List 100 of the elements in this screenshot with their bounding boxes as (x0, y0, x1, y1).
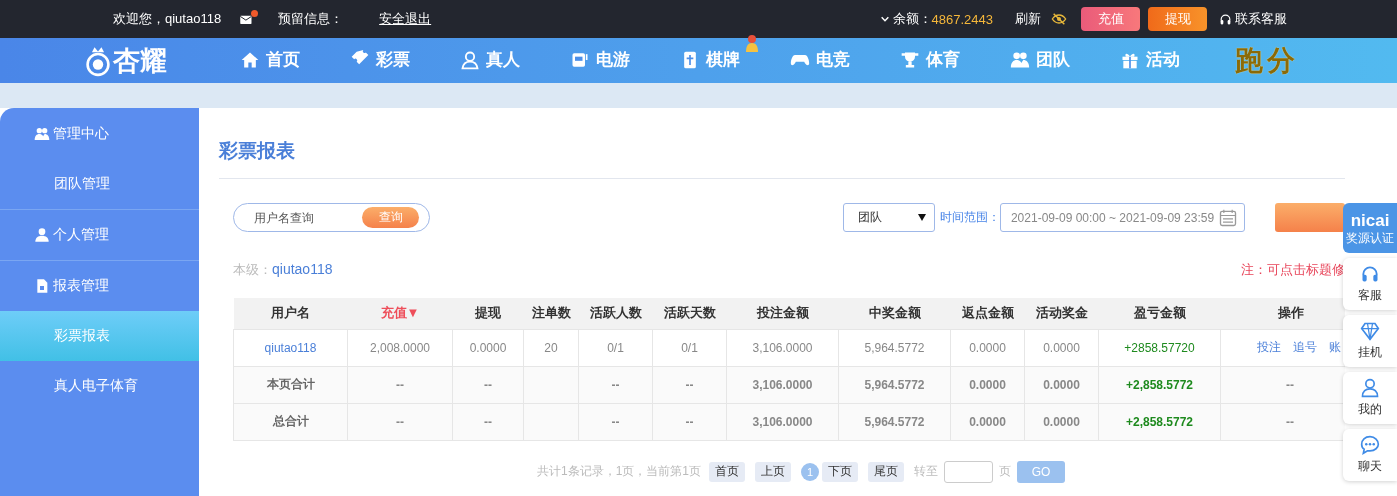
nav-item[interactable]: 首页 (240, 48, 300, 72)
table-cell: -- (484, 377, 492, 392)
menu-item[interactable]: 真人电子体育 (0, 361, 199, 411)
table-cell: +2,858.5772 (1125, 377, 1194, 392)
side-button[interactable]: 我的 (1343, 372, 1397, 424)
certification-badge[interactable]: nicai 奖源认证 (1343, 203, 1397, 253)
page-title: 彩票报表 (219, 139, 296, 163)
column-header[interactable]: 返点金额 (950, 298, 1025, 329)
table-cell: 3,106.0000 (752, 377, 813, 392)
page-unit-label: 页 (999, 463, 1012, 480)
table-cell: -- (611, 377, 620, 392)
column-header[interactable]: 中奖金额 (838, 298, 951, 329)
column-header[interactable]: 提现 (452, 298, 524, 329)
page-button[interactable]: 尾页 (868, 461, 905, 482)
table-cell: 5,964.5772 (864, 377, 925, 392)
menu-group-label: 个人管理 (53, 226, 109, 244)
action-link[interactable]: 追号 (1293, 340, 1317, 354)
column-header[interactable]: 操作 (1220, 298, 1345, 329)
chat-icon (1360, 435, 1380, 455)
page-button[interactable]: 首页 (709, 461, 746, 482)
table-cell: -- (685, 414, 694, 429)
username-link[interactable]: qiutao118 (264, 340, 317, 355)
search-field[interactable]: 用户名查询 (252, 209, 352, 226)
menu-item[interactable]: 团队管理 (0, 159, 199, 209)
table-cell: 0.0000 (469, 340, 507, 355)
page-input[interactable] (944, 460, 994, 483)
page-button[interactable]: 上页 (755, 461, 792, 482)
nav-item[interactable]: 电游 (570, 48, 630, 72)
caret-icon (917, 214, 926, 221)
side-button[interactable]: 聊天 (1343, 429, 1397, 481)
people-icon (34, 125, 50, 142)
withdraw-button[interactable]: 提现 (1148, 7, 1207, 31)
deposit-button[interactable]: 充值 (1081, 7, 1140, 31)
diamond-icon (1360, 321, 1380, 341)
pagination-summary: 共计1条记录，1页，当前第1页 (537, 463, 702, 480)
user-icon (34, 227, 50, 243)
table-cell: -- (396, 414, 404, 429)
side-button[interactable]: 客服 (1343, 258, 1397, 310)
column-header[interactable]: 投注金额 (726, 298, 839, 329)
table-cell: 0.0000 (1043, 414, 1080, 429)
message-label: 预留信息： (278, 10, 344, 28)
query-button[interactable] (1275, 203, 1345, 232)
column-header[interactable]: 用户名 (233, 298, 348, 329)
calendar-icon (1218, 207, 1238, 228)
table-cell: -- (484, 414, 492, 429)
support-link[interactable]: 联系客服 (1235, 10, 1287, 28)
nav-item[interactable]: 棋牌 (680, 48, 740, 72)
nav-item[interactable]: 真人 (460, 48, 520, 72)
table-cell: 20 (544, 340, 558, 355)
logo-text[interactable]: 杏耀 (113, 42, 167, 79)
nav-item[interactable]: 体育 (900, 48, 960, 72)
page-button[interactable]: 下页 (822, 461, 859, 482)
nav-item[interactable]: 彩票 (350, 48, 410, 72)
menu-group[interactable]: 管理中心 (0, 108, 199, 159)
table-cell: +2,858.5772 (1125, 414, 1194, 429)
scope-dropdown[interactable]: 团队 (843, 203, 935, 232)
user-icon (1360, 378, 1380, 398)
table-cell: 0/1 (681, 340, 698, 355)
table-cell: 总合计 (272, 414, 309, 428)
column-header[interactable]: 活跃人数 (578, 298, 653, 329)
table-cell: 2,008.0000 (369, 340, 431, 355)
balance-value: 4867.2443 (931, 11, 993, 27)
table-cell: 3,106.0000 (752, 414, 813, 429)
table-cell: 5,964.5772 (864, 340, 925, 355)
side-button[interactable]: 挂机 (1343, 315, 1397, 367)
nav-item[interactable]: 活动 (1120, 48, 1180, 72)
menu-group[interactable]: 个人管理 (0, 209, 199, 260)
search-button[interactable]: 查询 (362, 207, 419, 228)
column-header[interactable]: 活动奖金 (1024, 298, 1099, 329)
chevron-down-icon (879, 14, 890, 24)
date-range-field[interactable]: 2021-09-09 00:00 ~ 2021-09-09 23:59 (999, 203, 1245, 232)
table-cell: -- (396, 377, 404, 392)
table-cell: 0.0000 (969, 414, 1006, 429)
headset-icon (1219, 12, 1232, 26)
person-icon (460, 49, 480, 70)
time-range-label: 时间范围： (939, 209, 1000, 226)
level-username[interactable]: qiutao118 (272, 261, 333, 277)
column-header[interactable]: 充值▼ (347, 298, 453, 329)
action-link[interactable]: 账 (1329, 340, 1341, 354)
balance-label: 余额： (892, 10, 932, 28)
promo-text[interactable]: 跑分 (1235, 41, 1299, 80)
table-cell: +2858.57720 (1124, 340, 1195, 355)
table-cell: 0/1 (607, 340, 624, 355)
nav-item[interactable]: 电竞 (790, 48, 850, 72)
eye-off-icon (1051, 11, 1067, 27)
table-cell: -- (685, 377, 694, 392)
table-cell: 3,106.0000 (752, 340, 813, 355)
column-header[interactable]: 注单数 (523, 298, 579, 329)
table-cell: 本页合计 (266, 377, 315, 391)
logout-link[interactable]: 安全退出 (379, 10, 432, 28)
nav-item[interactable]: 团队 (1010, 48, 1070, 72)
column-header[interactable]: 盈亏金额 (1098, 298, 1221, 329)
table-cell: -- (1286, 377, 1294, 392)
table-cell: -- (1286, 414, 1294, 429)
column-header[interactable]: 活跃天数 (652, 298, 727, 329)
refresh-link[interactable]: 刷新 (1015, 10, 1041, 28)
note-text: 注：可点击标题修 (1241, 261, 1345, 279)
table-cell: 5,964.5772 (864, 414, 925, 429)
goto-label: 转至 (914, 463, 939, 480)
action-link[interactable]: 投注 (1257, 340, 1281, 354)
